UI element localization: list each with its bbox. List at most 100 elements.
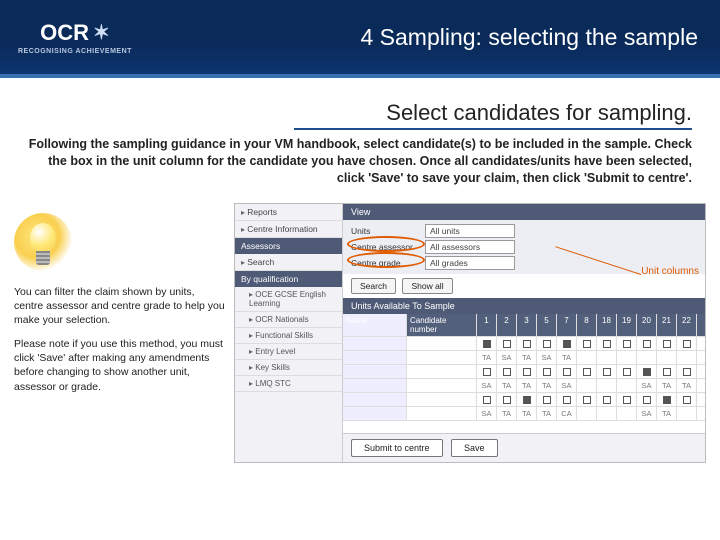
col-unit: 8 xyxy=(577,314,597,336)
unit-checkbox[interactable] xyxy=(643,368,651,376)
cell-grade: TA xyxy=(497,407,517,420)
unit-checkbox[interactable] xyxy=(523,340,531,348)
cell-cand xyxy=(407,337,477,350)
cell-grade: TA xyxy=(557,351,577,364)
sidebar-item[interactable]: Centre Information xyxy=(235,221,342,238)
unit-checkbox[interactable] xyxy=(583,340,591,348)
cell-grade: TA xyxy=(517,379,537,392)
cell-grade: SA xyxy=(537,351,557,364)
unit-checkbox[interactable] xyxy=(603,368,611,376)
assessor-select[interactable]: All assessors xyxy=(425,240,515,254)
unit-checkbox[interactable] xyxy=(683,368,691,376)
cell-grade xyxy=(617,351,637,364)
cell-grade xyxy=(637,351,657,364)
slide-title: 4 Sampling: selecting the sample xyxy=(132,24,720,51)
cell-cand xyxy=(407,365,477,378)
units-label: Units xyxy=(351,226,425,236)
unit-checkbox[interactable] xyxy=(623,340,631,348)
col-unit: 7 xyxy=(557,314,577,336)
annotation-unit-columns: Unit columns xyxy=(641,266,699,277)
col-unit: 18 xyxy=(597,314,617,336)
unit-checkbox[interactable] xyxy=(623,396,631,404)
col-unit: 19 xyxy=(617,314,637,336)
unit-checkbox[interactable] xyxy=(583,396,591,404)
cell-name xyxy=(343,337,407,350)
unit-checkbox[interactable] xyxy=(543,340,551,348)
cell-grade xyxy=(577,379,597,392)
unit-checkbox[interactable] xyxy=(483,396,491,404)
unit-checkbox[interactable] xyxy=(683,396,691,404)
unit-checkbox[interactable] xyxy=(503,368,511,376)
unit-checkbox[interactable] xyxy=(503,340,511,348)
cell-grade: TA xyxy=(537,379,557,392)
unit-checkbox[interactable] xyxy=(583,368,591,376)
view-bar: View xyxy=(343,204,705,220)
cell-blank xyxy=(343,351,407,364)
col-unit: 21 xyxy=(657,314,677,336)
unit-checkbox[interactable] xyxy=(483,340,491,348)
unit-checkbox[interactable] xyxy=(663,368,671,376)
sidebar-item[interactable]: Search xyxy=(235,254,342,271)
col-unit: 2 xyxy=(497,314,517,336)
cell-grade: TA xyxy=(657,407,677,420)
sidebar-qual[interactable]: OCE GCSE English Learning xyxy=(235,287,342,312)
cell-grade: SA xyxy=(477,379,497,392)
cell-blank xyxy=(407,407,477,420)
sidebar-qual[interactable]: Key Skills xyxy=(235,360,342,376)
sidebar-item[interactable]: Reports xyxy=(235,204,342,221)
search-button[interactable]: Search xyxy=(351,278,396,294)
units-select[interactable]: All units xyxy=(425,224,515,238)
cell-grade: TA xyxy=(517,351,537,364)
cell-grade: TA xyxy=(657,379,677,392)
unit-checkbox[interactable] xyxy=(643,396,651,404)
sample-grid: NameCandidate number1235781819202122 TAS… xyxy=(343,314,705,433)
cell-grade: TA xyxy=(677,379,697,392)
unit-checkbox[interactable] xyxy=(643,340,651,348)
unit-checkbox[interactable] xyxy=(603,396,611,404)
star-icon: ✶ xyxy=(93,20,110,45)
logo-text: OCR xyxy=(40,20,89,46)
unit-checkbox[interactable] xyxy=(683,340,691,348)
cell-grade xyxy=(617,407,637,420)
sidebar-qual[interactable]: OCR Nationals xyxy=(235,312,342,328)
side-note-filter: You can filter the claim shown by units,… xyxy=(14,285,226,328)
cell-grade xyxy=(677,351,697,364)
unit-checkbox[interactable] xyxy=(563,368,571,376)
sidebar-header: By qualification xyxy=(235,271,342,287)
sidebar-header: Assessors xyxy=(235,238,342,254)
unit-checkbox[interactable] xyxy=(523,396,531,404)
sidebar-qual[interactable]: Entry Level xyxy=(235,344,342,360)
unit-checkbox[interactable] xyxy=(543,368,551,376)
unit-checkbox[interactable] xyxy=(563,396,571,404)
submit-button[interactable]: Submit to centre xyxy=(351,439,443,457)
showall-button[interactable]: Show all xyxy=(402,278,452,294)
cell-grade xyxy=(597,407,617,420)
col-unit: 1 xyxy=(477,314,497,336)
unit-checkbox[interactable] xyxy=(563,340,571,348)
unit-checkbox[interactable] xyxy=(603,340,611,348)
cell-grade xyxy=(577,351,597,364)
grid-title: Units Available To Sample xyxy=(343,298,705,314)
grade-select[interactable]: All grades xyxy=(425,256,515,270)
assessor-label: Centre assessor xyxy=(351,242,425,252)
unit-checkbox[interactable] xyxy=(523,368,531,376)
unit-checkbox[interactable] xyxy=(663,340,671,348)
cell-blank xyxy=(343,379,407,392)
cell-grade: TA xyxy=(497,379,517,392)
sidebar-qual[interactable]: LMQ STC xyxy=(235,376,342,392)
unit-checkbox[interactable] xyxy=(663,396,671,404)
col-candidate: Candidate number xyxy=(407,314,477,336)
save-button[interactable]: Save xyxy=(451,439,498,457)
cell-blank xyxy=(407,379,477,392)
cell-grade xyxy=(597,351,617,364)
cell-grade xyxy=(577,407,597,420)
unit-checkbox[interactable] xyxy=(503,396,511,404)
unit-checkbox[interactable] xyxy=(623,368,631,376)
unit-checkbox[interactable] xyxy=(483,368,491,376)
sidebar-qual[interactable]: Functional Skills xyxy=(235,328,342,344)
unit-checkbox[interactable] xyxy=(543,396,551,404)
cell-blank xyxy=(407,351,477,364)
cell-grade: TA xyxy=(537,407,557,420)
cell-grade xyxy=(617,379,637,392)
instruction-text: Following the sampling guidance in your … xyxy=(28,136,692,187)
